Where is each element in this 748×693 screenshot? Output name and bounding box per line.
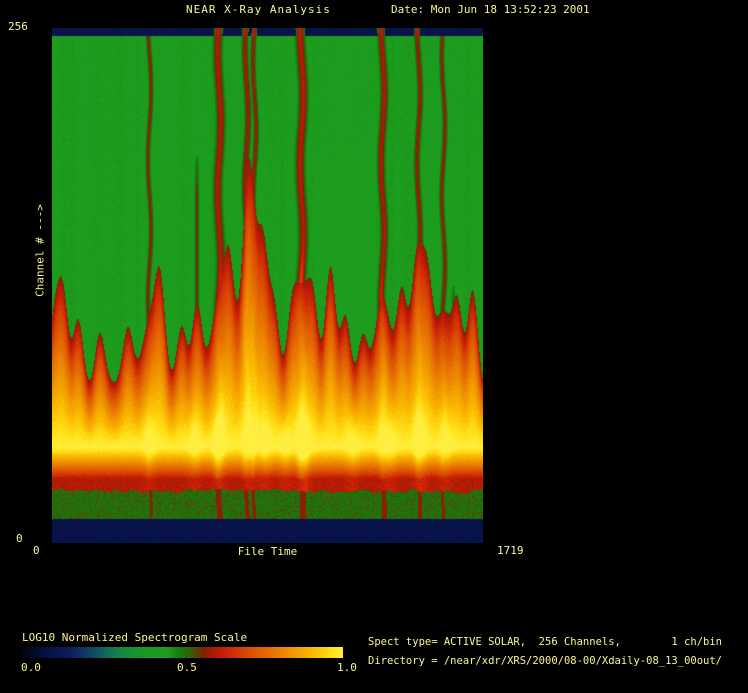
spectrogram-image xyxy=(52,28,483,543)
x-axis-min-label: 0 xyxy=(33,544,40,557)
colorbar-gradient xyxy=(22,647,343,658)
colorbar-tick-mid: 0.5 xyxy=(177,661,197,674)
colorbar-title: LOG10 Normalized Spectrogram Scale xyxy=(22,631,248,644)
directory-info: Directory = /near/xdr/XRS/2000/08-00/Xda… xyxy=(368,655,723,667)
y-axis-title: Channel # ---> xyxy=(33,204,47,297)
x-axis-title: File Time xyxy=(237,545,298,558)
near-xray-analysis-window: NEAR X-Ray Analysis Date: Mon Jun 18 13:… xyxy=(0,0,748,693)
spect-type-info: Spect type= ACTIVE SOLAR, 256 Channels, … xyxy=(368,636,723,648)
colorbar-tick-max: 1.0 xyxy=(337,661,357,674)
colorbar-tick-min: 0.0 xyxy=(21,661,41,674)
page-title: NEAR X-Ray Analysis xyxy=(186,3,331,16)
y-axis-max-label: 256 xyxy=(8,20,28,33)
date-label: Date: Mon Jun 18 13:52:23 2001 xyxy=(391,3,590,16)
x-axis-max-label: 1719 xyxy=(497,544,524,557)
y-axis-min-label: 0 xyxy=(16,532,23,545)
